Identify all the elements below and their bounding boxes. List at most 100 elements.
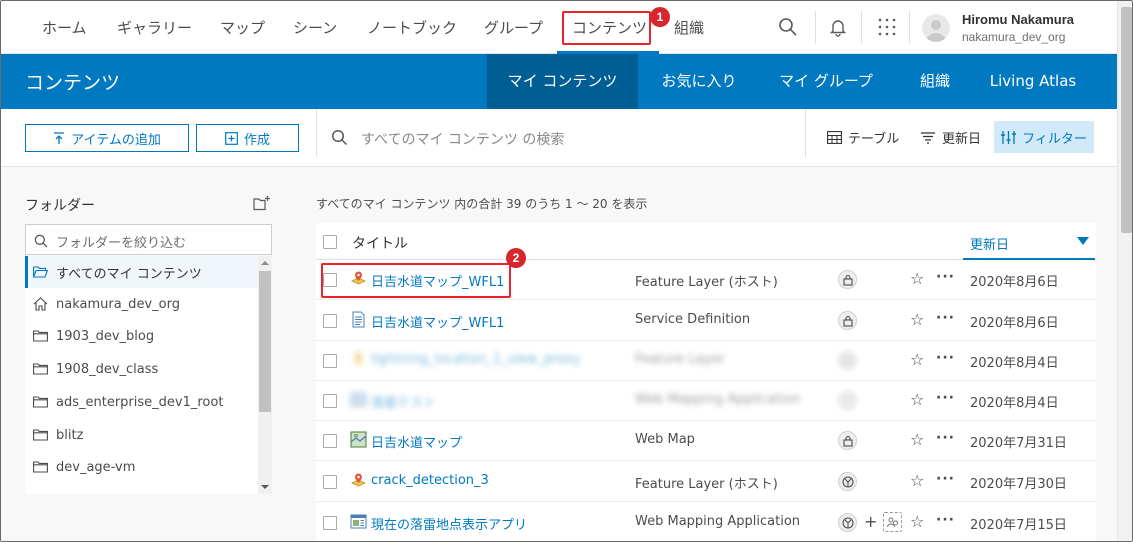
- table-row[interactable]: 落雷テスト Web Mapping Application ☆ ··· 2020…: [316, 381, 1096, 421]
- divider: [909, 11, 910, 44]
- row-checkbox[interactable]: [323, 475, 337, 489]
- more-options-icon[interactable]: ···: [936, 430, 955, 446]
- favorite-star-icon[interactable]: ☆: [910, 512, 924, 531]
- more-options-icon[interactable]: ···: [936, 310, 955, 326]
- row-checkbox[interactable]: [323, 354, 337, 368]
- tab-my-groups[interactable]: マイ グループ: [760, 54, 892, 109]
- feature-layer-icon: [350, 351, 367, 368]
- folder-scrollbar[interactable]: [258, 256, 272, 494]
- item-title-link[interactable]: 日吉水道マップ_WFL1: [371, 312, 504, 331]
- nav-gallery[interactable]: ギャラリー: [117, 17, 192, 38]
- favorite-star-icon[interactable]: ☆: [910, 269, 924, 288]
- folder-icon: [33, 330, 48, 342]
- table-row[interactable]: 日吉水道マップ_WFL1 Service Definition ☆ ··· 20…: [316, 301, 1096, 341]
- table-icon: [827, 131, 842, 144]
- nav-scene[interactable]: シーン: [293, 17, 337, 38]
- favorite-star-icon[interactable]: ☆: [910, 310, 924, 329]
- table-view-button[interactable]: テーブル: [827, 128, 899, 147]
- more-options-icon[interactable]: ···: [936, 512, 955, 528]
- search-icon[interactable]: [777, 16, 799, 38]
- shared-icon: [838, 351, 857, 370]
- more-options-icon[interactable]: ···: [936, 390, 955, 406]
- sort-button[interactable]: 更新日: [921, 128, 981, 147]
- item-title-link[interactable]: lightning_location_1_view_proxy: [371, 352, 580, 367]
- item-title-link[interactable]: 落雷テスト: [371, 392, 436, 411]
- row-checkbox[interactable]: [323, 434, 337, 448]
- nav-notebook[interactable]: ノートブック: [367, 17, 457, 38]
- filter-sliders-icon: [1001, 130, 1017, 144]
- new-folder-icon[interactable]: [253, 195, 271, 211]
- more-options-icon[interactable]: ···: [936, 471, 955, 487]
- item-modified-date: 2020年7月15日: [970, 518, 1067, 533]
- item-type: Feature Layer: [635, 352, 725, 367]
- more-options-icon[interactable]: ···: [936, 269, 955, 285]
- item-type: Service Definition: [635, 312, 751, 327]
- favorite-star-icon[interactable]: ☆: [910, 350, 924, 369]
- item-modified-date: 2020年8月6日: [970, 316, 1059, 331]
- item-title-link[interactable]: 日吉水道マップ: [371, 432, 462, 451]
- tab-my-content[interactable]: マイ コンテンツ: [487, 54, 638, 109]
- divider: [805, 109, 806, 157]
- divider: [815, 11, 816, 44]
- nav-map[interactable]: マップ: [220, 17, 265, 38]
- folder-label: すべてのマイ コンテンツ: [56, 266, 202, 282]
- row-checkbox[interactable]: [323, 394, 337, 408]
- row-checkbox[interactable]: [323, 314, 337, 328]
- folder-filter-placeholder: フォルダーを絞り込む: [56, 236, 187, 251]
- page-scrollbar[interactable]: [1117, 1, 1132, 541]
- nav-organization[interactable]: 組織: [674, 17, 704, 38]
- row-checkbox[interactable]: [323, 516, 337, 530]
- item-title-link[interactable]: crack_detection_3: [371, 473, 489, 488]
- folder-item-root[interactable]: nakamura_dev_org: [25, 288, 258, 320]
- filter-label: フィルター: [1022, 131, 1087, 147]
- nav-groups[interactable]: グループ: [484, 17, 543, 38]
- content-search-input[interactable]: すべてのマイ コンテンツ の検索: [361, 129, 564, 149]
- column-title-header[interactable]: タイトル: [352, 233, 408, 253]
- favorite-star-icon[interactable]: ☆: [910, 390, 924, 409]
- nav-home[interactable]: ホーム: [42, 17, 87, 38]
- create-label: 作成: [243, 132, 270, 148]
- folder-item[interactable]: blitz: [25, 419, 258, 451]
- table-row[interactable]: 現在の落雷地点表示アプリ Web Mapping Application + ☆…: [316, 503, 1096, 541]
- tab-living-atlas[interactable]: Living Atlas: [978, 54, 1088, 109]
- folder-item[interactable]: 1908_dev_class: [25, 353, 258, 385]
- avatar[interactable]: [922, 14, 950, 42]
- sort-column-header[interactable]: 更新日: [963, 223, 1095, 260]
- table-row[interactable]: 日吉水道マップ Web Map ☆ ··· 2020年7月31日: [316, 421, 1096, 461]
- folder-item[interactable]: 1903_dev_blog: [25, 320, 258, 352]
- folder-item[interactable]: ads_enterprise_dev1_root: [25, 386, 258, 418]
- more-options-icon[interactable]: ···: [936, 350, 955, 366]
- add-item-button[interactable]: アイテムの追加: [25, 124, 189, 152]
- top-navigation: ホーム ギャラリー マップ シーン ノートブック グループ コンテンツ 組織 1…: [1, 1, 1117, 54]
- folder-label: dev_age-vm: [56, 459, 136, 475]
- folder-scroll-thumb[interactable]: [259, 271, 271, 412]
- user-name[interactable]: Hiromu Nakamura: [962, 12, 1074, 27]
- create-button[interactable]: 作成: [196, 124, 299, 152]
- folder-item[interactable]: dev_age-vm: [25, 451, 258, 483]
- folder-filter-input[interactable]: フォルダーを絞り込む: [25, 224, 272, 255]
- favorite-star-icon[interactable]: ☆: [910, 471, 924, 490]
- shared-groups-icon: [883, 512, 902, 532]
- scroll-down-arrow-icon[interactable]: [261, 484, 269, 490]
- page-title: コンテンツ: [25, 72, 121, 94]
- page-scroll-thumb[interactable]: [1121, 7, 1132, 233]
- table-row[interactable]: crack_detection_3 Feature Layer (ホスト) ☆ …: [316, 462, 1096, 502]
- table-view-label: テーブル: [848, 132, 900, 147]
- scroll-up-arrow-icon[interactable]: [261, 260, 269, 266]
- apps-grid-icon[interactable]: [876, 16, 898, 38]
- item-title-link[interactable]: 現在の落雷地点表示アプリ: [371, 514, 527, 533]
- sort-descending-icon: [1077, 237, 1089, 245]
- filter-button[interactable]: フィルター: [994, 121, 1094, 153]
- add-item-label: アイテムの追加: [71, 132, 161, 148]
- bell-icon[interactable]: [827, 16, 849, 38]
- folder-label: 1903_dev_blog: [56, 328, 155, 344]
- tab-organization[interactable]: 組織: [892, 54, 978, 109]
- tab-favorites[interactable]: お気に入り: [638, 54, 760, 109]
- favorite-star-icon[interactable]: ☆: [910, 430, 924, 449]
- select-all-checkbox[interactable]: [323, 235, 337, 249]
- item-modified-date: 2020年8月6日: [970, 275, 1059, 290]
- table-row[interactable]: lightning_location_1_view_proxy Feature …: [316, 341, 1096, 381]
- item-modified-date: 2020年7月30日: [970, 477, 1067, 492]
- web-map-icon: [350, 431, 367, 448]
- folder-item-all-content[interactable]: すべてのマイ コンテンツ: [25, 256, 258, 288]
